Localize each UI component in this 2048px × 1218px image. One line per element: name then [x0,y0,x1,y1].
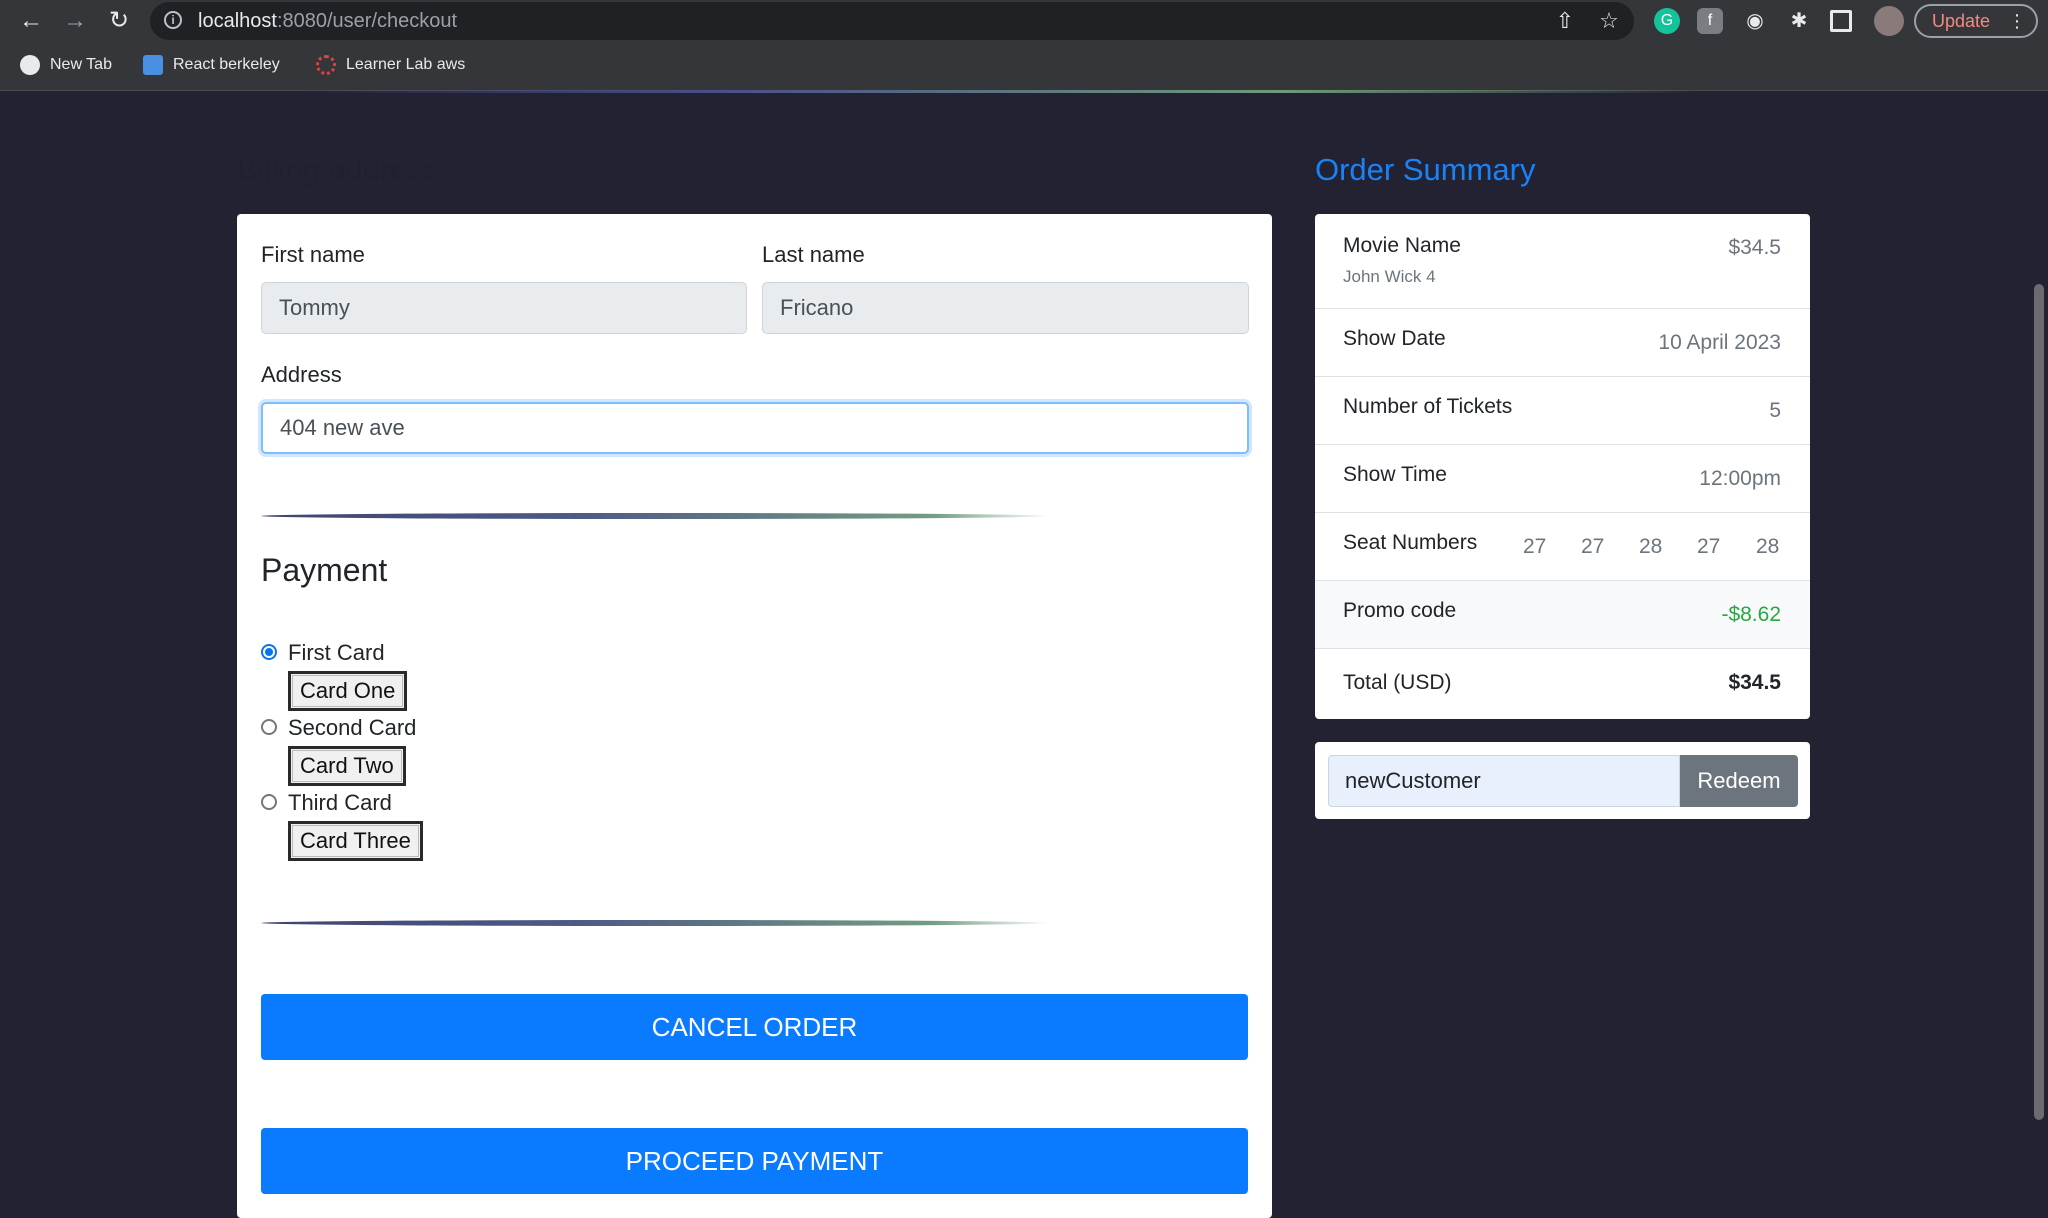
summary-row-seats: Seat Numbers 27 27 28 27 28 [1315,512,1810,581]
third-card-label[interactable]: Third Card [288,790,392,816]
order-summary-card: Movie Name John Wick 4 $34.5 Show Date 1… [1315,214,1810,719]
extension-icon[interactable]: f [1697,8,1723,34]
bookmark-label: Learner Lab aws [346,56,466,73]
profile-avatar-icon[interactable] [1874,6,1904,36]
update-label: Update [1932,11,1991,31]
first-name-label: First name [261,242,365,267]
promo-label: Promo code [1343,599,1457,622]
url-text[interactable]: localhost:8080/user/checkout [198,2,457,40]
header-accent-line [300,90,1700,93]
bookmark-label: React berkeley [173,56,280,73]
summary-row-show-date: Show Date 10 April 2023 [1315,308,1810,377]
side-panel-icon[interactable] [1830,10,1852,32]
address-label: Address [261,362,342,387]
summary-row-promo: Promo code -$8.62 [1315,580,1810,649]
third-card-radio[interactable] [261,794,277,810]
tickets-value: 5 [1769,399,1781,422]
first-card-label[interactable]: First Card [288,640,385,666]
section-divider [261,920,1051,926]
reload-icon[interactable]: ↻ [104,6,134,36]
site-info-icon[interactable]: i [164,11,182,29]
extensions-puzzle-icon[interactable]: ✱ [1786,8,1812,34]
grammarly-extension-icon[interactable]: G [1654,8,1680,34]
bookmark-learner-lab[interactable]: Learner Lab aws [316,42,465,88]
promo-code-input[interactable]: newCustomer [1328,755,1680,807]
camera-extension-icon[interactable]: ◉ [1742,8,1768,34]
card-two-button[interactable]: Card Two [288,746,406,786]
total-value: $34.5 [1728,671,1781,694]
movie-name-value: John Wick 4 [1343,267,1436,286]
order-summary-title: Order Summary [1315,152,1536,187]
update-button[interactable]: Update ⋮ [1914,4,2038,38]
browser-toolbar: ← → ↻ i localhost:8080/user/checkout ⇧ ☆… [0,0,2048,42]
total-label: Total (USD) [1343,671,1452,694]
card-three-button[interactable]: Card Three [288,821,423,861]
bookmark-react-berkeley[interactable]: React berkeley [143,42,280,88]
aws-icon [316,54,336,75]
summary-row-show-time: Show Time 12:00pm [1315,444,1810,513]
back-icon[interactable]: ← [16,6,46,36]
first-name-input[interactable]: Tommy [261,282,747,334]
promo-value: -$8.62 [1721,603,1781,626]
url-path: :8080/user/checkout [276,10,458,32]
promo-redeem-card: newCustomer Redeem [1315,742,1810,819]
show-time-label: Show Time [1343,463,1447,486]
bookmark-new-tab[interactable]: New Tab [20,42,112,88]
url-host: localhost [198,10,277,32]
last-name-input[interactable]: Fricano [762,282,1249,334]
summary-row-total: Total (USD) $34.5 [1315,648,1810,720]
seat-number: 27 [1697,535,1721,558]
second-card-label[interactable]: Second Card [288,715,416,741]
show-time-value: 12:00pm [1699,467,1781,490]
first-card-radio[interactable] [261,644,277,660]
show-date-label: Show Date [1343,327,1446,350]
address-input[interactable]: 404 new ave [261,402,1249,454]
share-icon[interactable]: ⇧ [1550,6,1580,36]
cancel-order-button[interactable]: CANCEL ORDER [261,994,1248,1060]
redeem-button[interactable]: Redeem [1680,755,1798,807]
seat-number: 28 [1756,535,1780,558]
proceed-payment-button[interactable]: PROCEED PAYMENT [261,1128,1248,1194]
globe-icon [20,54,40,75]
tickets-label: Number of Tickets [1343,395,1513,418]
card-one-button[interactable]: Card One [288,671,408,711]
billing-form: First name Tommy Last name Fricano Addre… [237,214,1272,1218]
bookmarks-bar: New Tab React berkeley Learner Lab aws [0,42,2048,91]
bookmark-label: New Tab [50,56,112,73]
address-bar[interactable]: i localhost:8080/user/checkout ⇧ ☆ [150,2,1634,40]
monitor-icon [143,54,163,75]
seat-number: 28 [1639,535,1663,558]
menu-dots-icon: ⋮ [2008,11,2026,31]
page-scrollbar[interactable] [2034,284,2044,1120]
forward-icon[interactable]: → [60,6,90,36]
summary-row-movie: Movie Name John Wick 4 $34.5 [1315,214,1810,308]
last-name-label: Last name [762,242,865,267]
seat-number: 27 [1523,535,1547,558]
summary-row-tickets: Number of Tickets 5 [1315,376,1810,445]
second-card-radio[interactable] [261,719,277,735]
seat-number: 27 [1581,535,1605,558]
bookmark-star-icon[interactable]: ☆ [1594,6,1624,36]
payment-title: Payment [261,552,388,588]
seats-label: Seat Numbers [1343,531,1478,554]
section-divider [261,513,1051,519]
movie-name-label: Movie Name [1343,234,1461,257]
show-date-value: 10 April 2023 [1658,331,1781,354]
movie-price: $34.5 [1728,236,1781,259]
billing-title: Billing address [237,152,439,187]
